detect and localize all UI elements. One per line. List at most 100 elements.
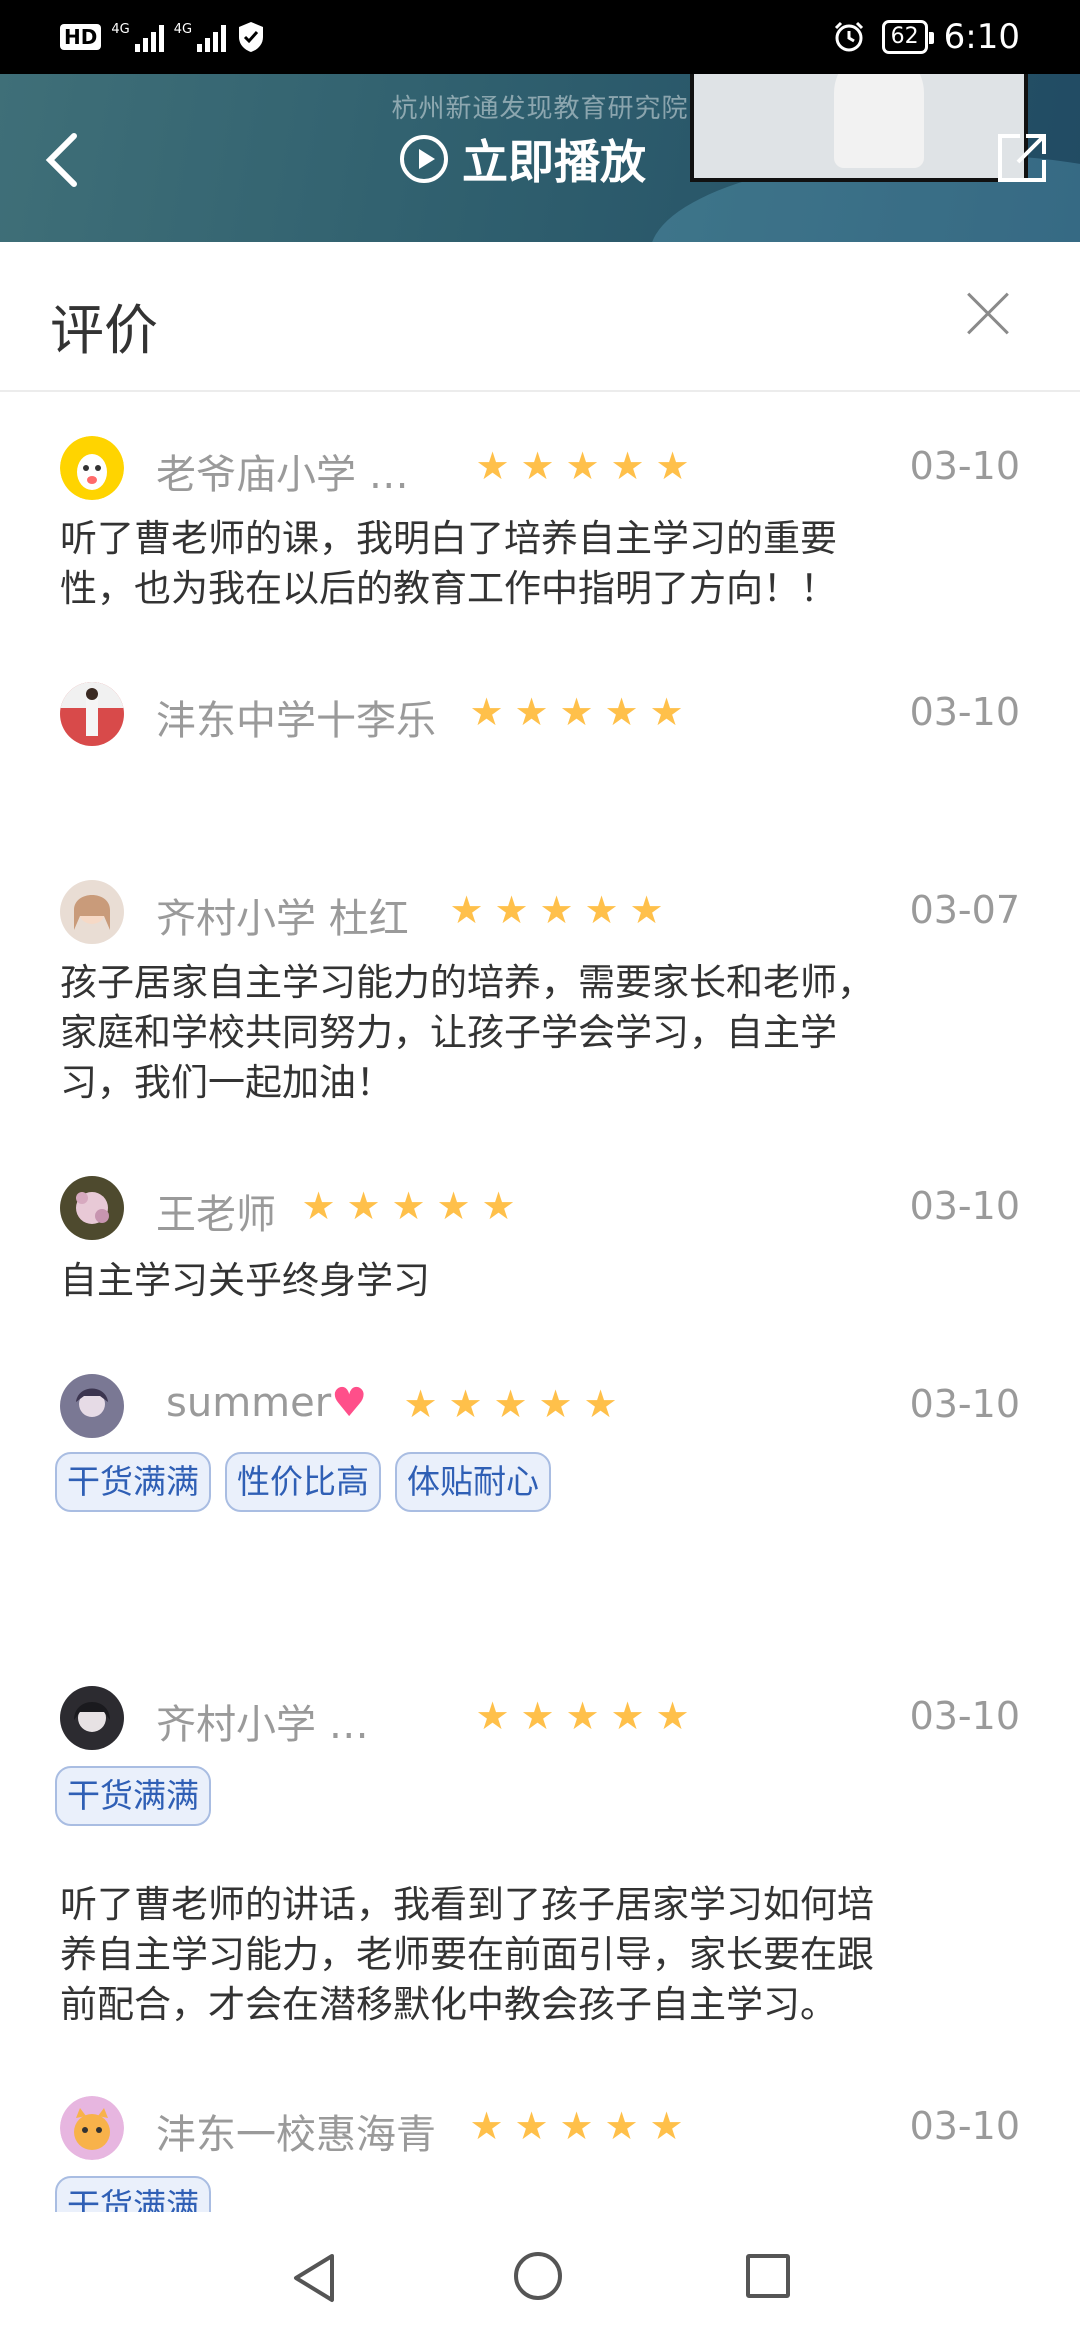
review-item: 沣东一校惠海青 ★ ★ ★ ★ ★ 03-10 干货满满 <box>0 2094 1080 2212</box>
clock: 6:10 <box>943 17 1020 57</box>
star-icon: ★ <box>494 888 529 932</box>
video-subtitle: 杭州新通发现教育研究院 <box>391 94 689 124</box>
review-list[interactable]: 老爷庙小学 … ★ ★ ★ ★ ★ 03-10 听了曹老师的课，我明白了培养自主学习的重… <box>0 392 1080 2212</box>
star-icon: ★ <box>448 1382 483 1426</box>
review-item: 王老师 ★ ★ ★ ★ ★ 03-10 自主学习关乎终身学习 <box>0 1174 1080 1302</box>
tag-chip: 体贴耐心 <box>395 1452 551 1512</box>
avatar[interactable] <box>60 880 124 944</box>
review-item: 齐村小学 杜红 ★ ★ ★ ★ ★ 03-07 孩子居家自主学习能力的培养，需要家长和老… <box>0 878 1080 1104</box>
star-icon: ★ <box>559 2104 594 2148</box>
review-text-line: 自主学习关乎终身学习 <box>60 1259 430 1302</box>
reviewer-name: summer♥ <box>166 1380 367 1426</box>
back-button[interactable] <box>38 130 86 190</box>
status-bar: HD 4G 4G 62 6:10 <box>0 0 1080 74</box>
review-item: 齐村小学 … ★ ★ ★ ★ ★ 03-10 干货满满 听了曹老师的讲话，我看到了孩子居… <box>0 1684 1080 2026</box>
nav-back-button[interactable] <box>290 2252 338 2304</box>
star-icon: ★ <box>583 1382 618 1426</box>
nav-home-button[interactable] <box>514 2252 562 2300</box>
star-icon: ★ <box>649 2104 684 2148</box>
tag-list: 干货满满 <box>55 2176 211 2212</box>
play-label: 立即播放 <box>462 135 646 189</box>
review-date: 03-10 <box>909 444 1020 488</box>
star-icon: ★ <box>610 444 645 488</box>
review-text-line: 前配合，才会在潜移默化中教会孩子自主学习。 <box>60 1983 837 2026</box>
star-icon: ★ <box>520 1694 555 1738</box>
star-icon: ★ <box>655 1694 690 1738</box>
play-icon <box>400 135 448 183</box>
hd-icon: HD <box>60 24 102 50</box>
play-now-button[interactable]: 立即播放 <box>400 126 646 192</box>
nav-recents-button[interactable] <box>746 2254 790 2298</box>
star-icon: ★ <box>539 888 574 932</box>
tag-list: 干货满满 <box>55 1766 211 1826</box>
video-header[interactable]: 杭州新通发现教育研究院 立即播放 <box>0 74 1080 242</box>
review-date: 03-10 <box>909 1694 1020 1738</box>
close-button[interactable] <box>966 292 1010 336</box>
heart-icon: ♥ <box>331 1380 368 1426</box>
star-icon: ★ <box>655 444 690 488</box>
signal-icon-2: 4G <box>173 22 227 52</box>
share-button[interactable] <box>994 130 1050 186</box>
system-nav-bar <box>0 2212 1080 2340</box>
tag-chip: 干货满满 <box>55 2176 211 2212</box>
star-icon: ★ <box>346 1184 381 1228</box>
avatar[interactable] <box>60 1374 124 1438</box>
star-rating: ★ ★ ★ ★ ★ <box>468 690 685 734</box>
star-rating: ★ ★ ★ ★ ★ <box>468 2104 685 2148</box>
alarm-icon <box>834 21 863 52</box>
star-icon: ★ <box>565 1694 600 1738</box>
avatar[interactable] <box>60 682 124 746</box>
star-icon: ★ <box>649 690 684 734</box>
review-text-line: 养自主学习能力，老师要在前面引导，家长要在跟 <box>60 1933 874 1976</box>
review-text-line: 家庭和学校共同努力，让孩子学会学习，自主学 <box>60 1011 837 1054</box>
star-icon: ★ <box>629 888 664 932</box>
star-icon: ★ <box>493 1382 528 1426</box>
star-icon: ★ <box>391 1184 426 1228</box>
chevron-left-icon <box>45 133 77 187</box>
avatar[interactable] <box>60 1686 124 1750</box>
battery-icon: 62 <box>881 20 934 54</box>
tag-chip: 干货满满 <box>55 1766 211 1826</box>
star-icon: ★ <box>475 444 510 488</box>
star-icon: ★ <box>604 2104 639 2148</box>
review-date: 03-10 <box>909 690 1020 734</box>
star-icon: ★ <box>475 1694 510 1738</box>
reviewer-name: 齐村小学 … <box>156 1702 369 1748</box>
review-text-line: 习，我们一起加油！ <box>60 1061 393 1104</box>
star-icon: ★ <box>584 888 619 932</box>
star-icon: ★ <box>610 1694 645 1738</box>
review-text: 孩子居家自主学习能力的培养，需要家长和老师， 家庭和学校共同努力，让孩子学会学习… <box>60 958 990 1108</box>
shield-icon <box>239 22 264 52</box>
review-date: 03-10 <box>909 1184 1020 1228</box>
review-item: 沣东中学十李乐 ★ ★ ★ ★ ★ 03-10 <box>0 680 1080 750</box>
review-text-line: 孩子居家自主学习能力的培养，需要家长和老师， <box>60 961 874 1004</box>
tag-chip: 干货满满 <box>55 1452 211 1512</box>
status-left: HD 4G 4G <box>60 14 266 60</box>
status-right: 62 6:10 <box>832 12 1020 62</box>
sheet-title: 评价 <box>50 299 158 362</box>
tag-list: 干货满满 性价比高 体贴耐心 <box>55 1452 551 1512</box>
avatar[interactable] <box>60 1176 124 1240</box>
review-item: summer♥ ★ ★ ★ ★ ★ 03-10 干货满满 性价比高 体贴耐心 <box>0 1372 1080 1512</box>
star-icon: ★ <box>403 1382 438 1426</box>
avatar[interactable] <box>60 2096 124 2160</box>
star-icon: ★ <box>538 1382 573 1426</box>
review-text: 听了曹老师的讲话，我看到了孩子居家学习如何培 养自主学习能力，老师要在前面引导，… <box>60 1880 990 2030</box>
reviewer-name: 王老师 <box>156 1192 276 1238</box>
star-rating: ★ ★ ★ ★ ★ <box>474 444 691 488</box>
network-label: 4G <box>111 22 130 37</box>
avatar[interactable] <box>60 436 124 500</box>
review-text-line: 性，也为我在以后的教育工作中指明了方向！！ <box>60 567 837 610</box>
reviewer-name-text: summer <box>166 1380 332 1426</box>
review-item: 老爷庙小学 … ★ ★ ★ ★ ★ 03-10 听了曹老师的课，我明白了培养自主学习的重… <box>0 434 1080 610</box>
star-icon: ★ <box>604 690 639 734</box>
network-label-2: 4G <box>173 22 193 37</box>
review-text: 听了曹老师的课，我明白了培养自主学习的重要 性，也为我在以后的教育工作中指明了方… <box>60 514 990 614</box>
star-icon: ★ <box>559 690 594 734</box>
star-icon: ★ <box>520 444 555 488</box>
review-date: 03-07 <box>909 888 1020 932</box>
star-icon: ★ <box>481 1184 516 1228</box>
reviewer-name: 沣东一校惠海青 <box>156 2112 436 2158</box>
review-date: 03-10 <box>909 2104 1020 2148</box>
review-text: 自主学习关乎终身学习 <box>60 1256 990 1306</box>
